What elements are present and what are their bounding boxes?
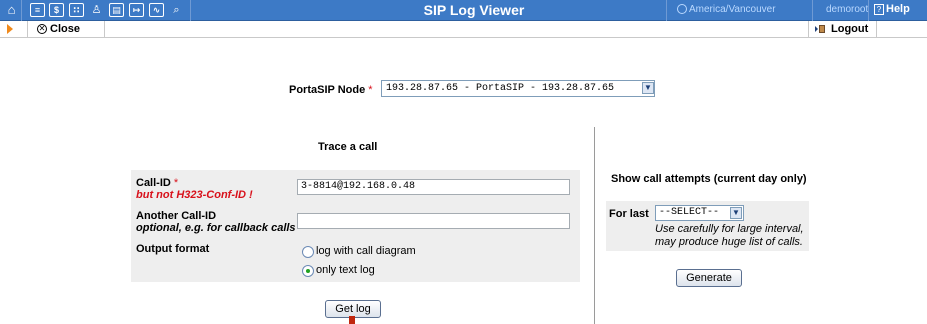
grid-icon[interactable]: ∷ (69, 3, 84, 17)
timezone-link[interactable]: America/Vancouver (689, 4, 776, 15)
play-icon (7, 24, 13, 34)
node-label: PortaSIP Node * (289, 84, 373, 96)
cursor-marker (349, 316, 355, 324)
chart-icon[interactable]: ∿ (149, 3, 164, 17)
pbx-icon[interactable]: ▤ (109, 3, 124, 17)
node-label-text: PortaSIP Node (289, 84, 366, 96)
radio-call-diagram-label[interactable]: log with call diagram (316, 245, 416, 257)
another-call-id-label: Another Call-ID (136, 210, 217, 222)
trace-section-title: Trace a call (318, 141, 378, 153)
person-icon[interactable]: ♙ (89, 3, 104, 17)
header-separator (21, 0, 22, 21)
interval-hint-line1: Use carefully for large interval, (655, 223, 804, 235)
header-separator (190, 0, 191, 21)
attempts-section-title: Show call attempts (current day only) (611, 173, 807, 185)
another-call-id-note: optional, e.g. for callback calls (136, 222, 296, 234)
radio-text-log-label[interactable]: only text log (316, 264, 375, 276)
logout-button[interactable]: Logout (831, 23, 868, 35)
help-icon[interactable]: ? (874, 4, 884, 15)
toolbar-separator (876, 21, 877, 38)
chevron-down-icon[interactable]: ▼ (730, 207, 742, 219)
help-link[interactable]: Help (886, 3, 910, 15)
section-divider (594, 127, 595, 324)
action-toolbar: ✕ Close Logout (0, 21, 927, 38)
close-button[interactable]: Close (50, 23, 80, 35)
logout-icon[interactable] (815, 24, 827, 34)
generate-button[interactable]: Generate (676, 269, 742, 287)
call-id-note: but not H323-Conf-ID ! (136, 189, 253, 201)
output-format-label: Output format (136, 243, 210, 255)
toolbar-separator (27, 21, 28, 38)
close-icon[interactable]: ✕ (37, 24, 47, 34)
header-separator (868, 0, 869, 21)
user-link[interactable]: demoroot (826, 4, 868, 15)
top-header-bar: ⌂ ≡ $ ∷ ♙ ▤ ↦ ∿ ⌕ SIP Log Viewer America… (0, 0, 927, 21)
for-last-label: For last (609, 208, 649, 220)
search-icon[interactable]: ⌕ (169, 3, 184, 17)
call-id-label: Call-ID * (136, 177, 178, 189)
radio-call-diagram[interactable] (302, 246, 314, 258)
list-icon[interactable]: ≡ (30, 3, 45, 17)
radio-text-log[interactable] (302, 265, 314, 277)
call-id-label-text: Call-ID (136, 177, 171, 189)
call-id-input[interactable]: 3-8814@192.168.0.48 (297, 179, 570, 195)
header-separator (666, 0, 667, 21)
clock-icon (677, 4, 687, 14)
another-call-id-input[interactable] (297, 213, 570, 229)
header-separator (812, 0, 813, 21)
transfer-icon[interactable]: ↦ (129, 3, 144, 17)
required-mark: * (368, 84, 373, 96)
page-title: SIP Log Viewer (423, 2, 525, 18)
interval-hint-line2: may produce huge list of calls. (655, 236, 803, 248)
toolbar-separator (104, 21, 105, 38)
dollar-icon[interactable]: $ (49, 3, 64, 17)
node-select[interactable]: 193.28.87.65 - PortaSIP - 193.28.87.65 (381, 80, 655, 97)
home-icon[interactable]: ⌂ (4, 3, 19, 17)
chevron-down-icon[interactable]: ▼ (642, 82, 654, 94)
required-mark: * (173, 177, 179, 189)
toolbar-separator (808, 21, 809, 38)
